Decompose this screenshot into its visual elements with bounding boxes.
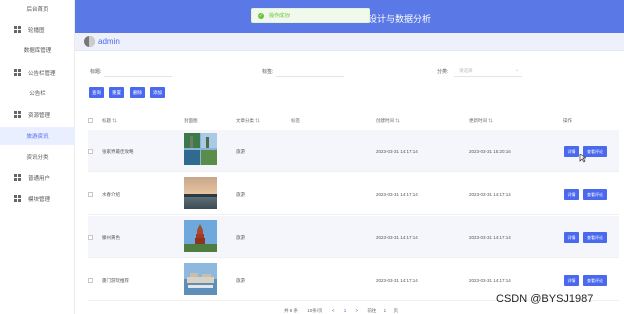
category-select-placeholder: 请选择 [459, 68, 473, 73]
cover-image [184, 220, 217, 252]
cover-image [184, 133, 217, 165]
search-button[interactable]: 查询 [89, 87, 104, 98]
column-header-title[interactable]: 标题 ⇅ [102, 118, 117, 124]
row-created: 2023-03-31 14:17:14 [376, 149, 418, 154]
row-category: 旅游 [236, 278, 245, 283]
avatar[interactable] [84, 36, 95, 47]
row-checkbox[interactable] [88, 192, 93, 197]
delete-button[interactable]: 删除 [130, 87, 145, 98]
page-size-select[interactable]: 10条/页 [307, 308, 322, 313]
row-created: 2023-03-31 14:17:14 [376, 278, 418, 283]
detail-button[interactable]: 详情 [564, 275, 579, 286]
column-header-category[interactable]: 文章分类 ⇅ [236, 118, 260, 124]
title-filter-label: 标题: [90, 69, 102, 75]
table-row: 滕州黄色 旅游 2023-03-31 14:17:14 2023-03-31 1… [88, 216, 619, 258]
row-updated: 2023-03-31 14:17:14 [469, 192, 511, 197]
table-row: 水春介绍 旅游 2023-03-31 14:17:14 2023-03-31 1… [88, 173, 619, 215]
sidebar-item-travel-news[interactable]: 旅游资讯 [0, 127, 75, 145]
row-title: 厦门游玩推荐 [102, 278, 129, 283]
detail-button[interactable]: 详情 [564, 146, 579, 157]
sidebar-item-label: 普通用户 [28, 176, 51, 182]
sidebar-item-label: 公告栏管理 [28, 71, 56, 77]
page-unit: 页 [393, 308, 398, 313]
mouse-cursor-icon [579, 150, 588, 168]
column-header-updated[interactable]: 更新时间 ⇅ [469, 118, 493, 124]
sidebar-item-label: 轮播图 [28, 28, 45, 34]
sidebar-item-label: 后台首页 [26, 7, 49, 13]
sidebar-item-database[interactable]: 数据库管理 [0, 41, 75, 59]
sidebar-item-modules[interactable]: 模块管理 [0, 190, 75, 208]
view-comments-button[interactable]: 查看评论 [583, 189, 607, 200]
sidebar-item-label: 旅游资讯 [26, 134, 49, 140]
view-comments-button[interactable]: 查看评论 [583, 146, 607, 157]
sidebar-item-news-category[interactable]: 资讯分类 [0, 148, 75, 166]
row-title: 滕州黄色 [102, 235, 120, 240]
title-filter-input[interactable] [104, 68, 172, 77]
user-bar: admin [75, 33, 624, 51]
goto-label: 前往 [367, 308, 377, 313]
pagination: 共 8 条 10条/页 < 1 > 前往 1 页 [284, 308, 398, 314]
detail-button[interactable]: 详情 [564, 189, 579, 200]
site-title: 设计与数据分析 [368, 14, 432, 24]
row-category: 旅游 [236, 149, 245, 154]
detail-button[interactable]: 详情 [564, 232, 579, 243]
view-comments-button[interactable]: 查看评论 [583, 275, 607, 286]
cover-image [184, 263, 217, 295]
column-header-created[interactable]: 创建时间 ⇅ [376, 118, 400, 124]
row-category: 旅游 [236, 235, 245, 240]
watermark: CSDN @BYSJ1987 [496, 293, 594, 305]
row-title: 张家界最佳攻略 [102, 149, 134, 154]
view-comments-button[interactable]: 查看评论 [583, 232, 607, 243]
column-header-actions: 操作 [563, 118, 572, 123]
row-updated: 2023-03-31 14:17:14 [469, 235, 511, 240]
sidebar-item-label: 模块管理 [28, 197, 51, 203]
add-button[interactable]: 添加 [150, 87, 165, 98]
row-checkbox[interactable] [88, 149, 93, 154]
check-icon: ✓ [258, 12, 264, 19]
chevron-down-icon: ⌄ [515, 67, 520, 73]
row-checkbox[interactable] [88, 235, 93, 240]
table-row: 张家界最佳攻略 旅游 2023-03-31 14:17:14 2023-03-3… [88, 130, 619, 172]
row-updated: 2023-03-31 15:20:16 [469, 149, 511, 154]
sidebar-item-users[interactable]: 普通用户 [0, 169, 75, 187]
category-filter-label: 分类: [437, 69, 449, 75]
sidebar-item-carousel[interactable]: 轮播图 [0, 21, 75, 39]
success-toast: ✓ 操作成功! [251, 8, 370, 23]
sidebar-item-notice-admin[interactable]: 公告栏管理 [0, 64, 75, 82]
toast-message: 操作成功! [269, 13, 291, 19]
tag-filter-input[interactable] [276, 68, 344, 77]
cover-image [184, 177, 217, 209]
sidebar: 后台首页 轮播图 数据库管理 公告栏管理 公告栏 资源管理 旅游资讯 资讯分类 … [0, 0, 75, 314]
sidebar-item-home[interactable]: 后台首页 [0, 0, 75, 18]
column-header-tag: 标签 [291, 118, 300, 123]
grid-icon [14, 195, 21, 202]
grid-icon [14, 111, 21, 118]
select-all-checkbox[interactable] [88, 118, 93, 123]
row-updated: 2023-03-31 14:17:14 [469, 278, 511, 283]
goto-input[interactable]: 1 [384, 308, 387, 313]
sidebar-item-notice[interactable]: 公告栏 [0, 84, 75, 102]
row-checkbox[interactable] [88, 278, 93, 283]
pagination-total: 共 8 条 [284, 308, 299, 313]
grid-icon [14, 26, 21, 33]
row-title: 水春介绍 [102, 192, 120, 197]
prev-page-button[interactable]: < [332, 308, 335, 313]
tag-filter-label: 标签: [262, 69, 274, 75]
row-created: 2023-03-31 14:17:14 [376, 192, 418, 197]
sidebar-item-label: 资讯分类 [26, 155, 49, 161]
column-header-cover: 封面图 [184, 118, 198, 123]
username[interactable]: admin [98, 37, 120, 46]
sidebar-item-label: 资源管理 [28, 113, 51, 119]
row-created: 2023-03-31 14:17:14 [376, 235, 418, 240]
next-page-button[interactable]: > [356, 308, 359, 313]
reset-button[interactable]: 重置 [109, 87, 124, 98]
page-number[interactable]: 1 [344, 308, 347, 313]
sidebar-item-resources[interactable]: 资源管理 [0, 106, 75, 124]
grid-icon [14, 174, 21, 181]
row-category: 旅游 [236, 192, 245, 197]
app-root: 后台首页 轮播图 数据库管理 公告栏管理 公告栏 资源管理 旅游资讯 资讯分类 … [0, 0, 624, 314]
sidebar-item-label: 数据库管理 [23, 48, 52, 54]
grid-icon [14, 69, 21, 76]
sidebar-item-label: 公告栏 [29, 91, 46, 97]
